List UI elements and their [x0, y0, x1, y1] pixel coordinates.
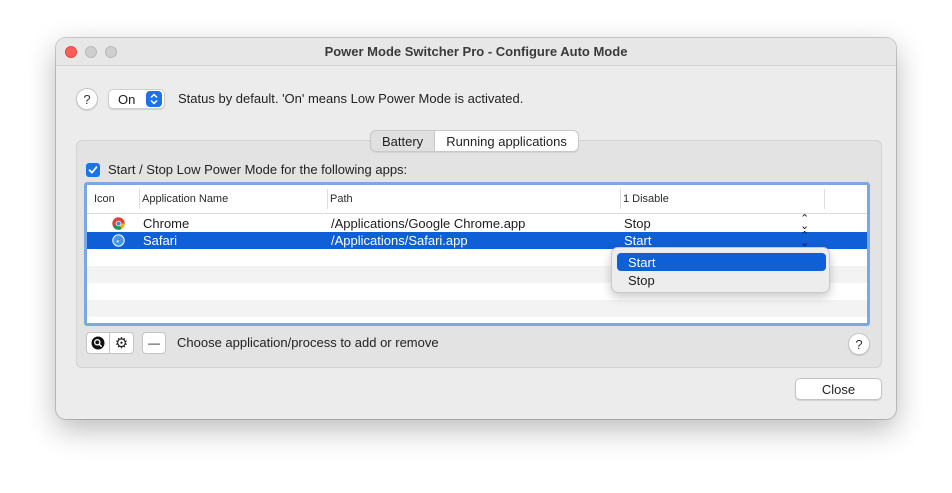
- tab-bar: Battery Running applications: [370, 130, 579, 152]
- window-minimize-button[interactable]: [85, 46, 97, 58]
- row-app-path: /Applications/Google Chrome.app: [331, 216, 526, 231]
- traffic-lights: [65, 46, 117, 58]
- window-title: Power Mode Switcher Pro - Configure Auto…: [324, 44, 628, 59]
- status-popup-value: On: [118, 91, 136, 107]
- column-divider: [620, 189, 621, 209]
- chevron-up-down-icon[interactable]: ⌃ ⌄: [800, 214, 809, 232]
- row-app-name: Chrome: [143, 216, 190, 231]
- column-header-path[interactable]: Path: [330, 193, 353, 205]
- toolbar-hint: Choose application/process to add or rem…: [177, 335, 439, 350]
- chrome-icon: [112, 217, 125, 230]
- remove-app-button[interactable]: —: [142, 332, 166, 354]
- column-divider: [139, 189, 140, 209]
- status-help-button[interactable]: ?: [76, 88, 98, 110]
- minus-icon: —: [148, 336, 160, 350]
- window-close-button[interactable]: [65, 46, 77, 58]
- column-header-name[interactable]: Application Name: [142, 193, 228, 205]
- status-description: Status by default. 'On' means Low Power …: [178, 91, 524, 106]
- apps-enable-checkbox[interactable]: [86, 162, 100, 177]
- popup-arrows-icon: [146, 91, 162, 107]
- action-dropdown-menu: Start Stop: [611, 247, 830, 293]
- row-app-name: Safari: [143, 233, 177, 248]
- apps-enable-label: Start / Stop Low Power Mode for the foll…: [108, 162, 408, 177]
- menu-item-stop[interactable]: Stop: [617, 271, 826, 289]
- menu-item-start[interactable]: Start: [617, 253, 826, 271]
- close-button[interactable]: Close: [795, 378, 882, 400]
- app-settings-button[interactable]: ⚙: [110, 332, 134, 354]
- find-app-button[interactable]: [86, 332, 110, 354]
- row-app-path: /Applications/Safari.app: [331, 233, 468, 248]
- column-divider: [824, 189, 825, 209]
- column-header-icon[interactable]: Icon: [94, 193, 115, 205]
- chevron-up-down-icon[interactable]: ⌃ ⌄: [800, 231, 809, 249]
- gear-icon: ⚙: [114, 334, 129, 352]
- tab-running-applications[interactable]: Running applications: [434, 131, 578, 151]
- table-row[interactable]: Chrome /Applications/Google Chrome.app S…: [87, 214, 867, 232]
- table-header: Icon Application Name Path 1 Disable: [87, 185, 867, 214]
- table-toolbar: ⚙ —: [86, 332, 166, 354]
- safari-icon: [112, 234, 125, 247]
- tab-battery[interactable]: Battery: [371, 131, 434, 151]
- checkmark-icon: [88, 165, 98, 173]
- row-action-value[interactable]: Stop: [624, 216, 651, 231]
- column-header-action[interactable]: 1 Disable: [623, 193, 669, 205]
- apps-help-button[interactable]: ?: [848, 333, 870, 355]
- configure-auto-mode-window: Power Mode Switcher Pro - Configure Auto…: [56, 38, 896, 419]
- window-zoom-button[interactable]: [105, 46, 117, 58]
- status-popup-button[interactable]: On: [108, 89, 165, 109]
- row-action-value[interactable]: Start: [624, 233, 651, 248]
- apps-checkbox-row: Start / Stop Low Power Mode for the foll…: [86, 162, 407, 177]
- title-bar: Power Mode Switcher Pro - Configure Auto…: [56, 38, 896, 66]
- empty-table-row: [87, 300, 867, 317]
- column-divider: [327, 189, 328, 209]
- magnifier-icon: [91, 336, 105, 350]
